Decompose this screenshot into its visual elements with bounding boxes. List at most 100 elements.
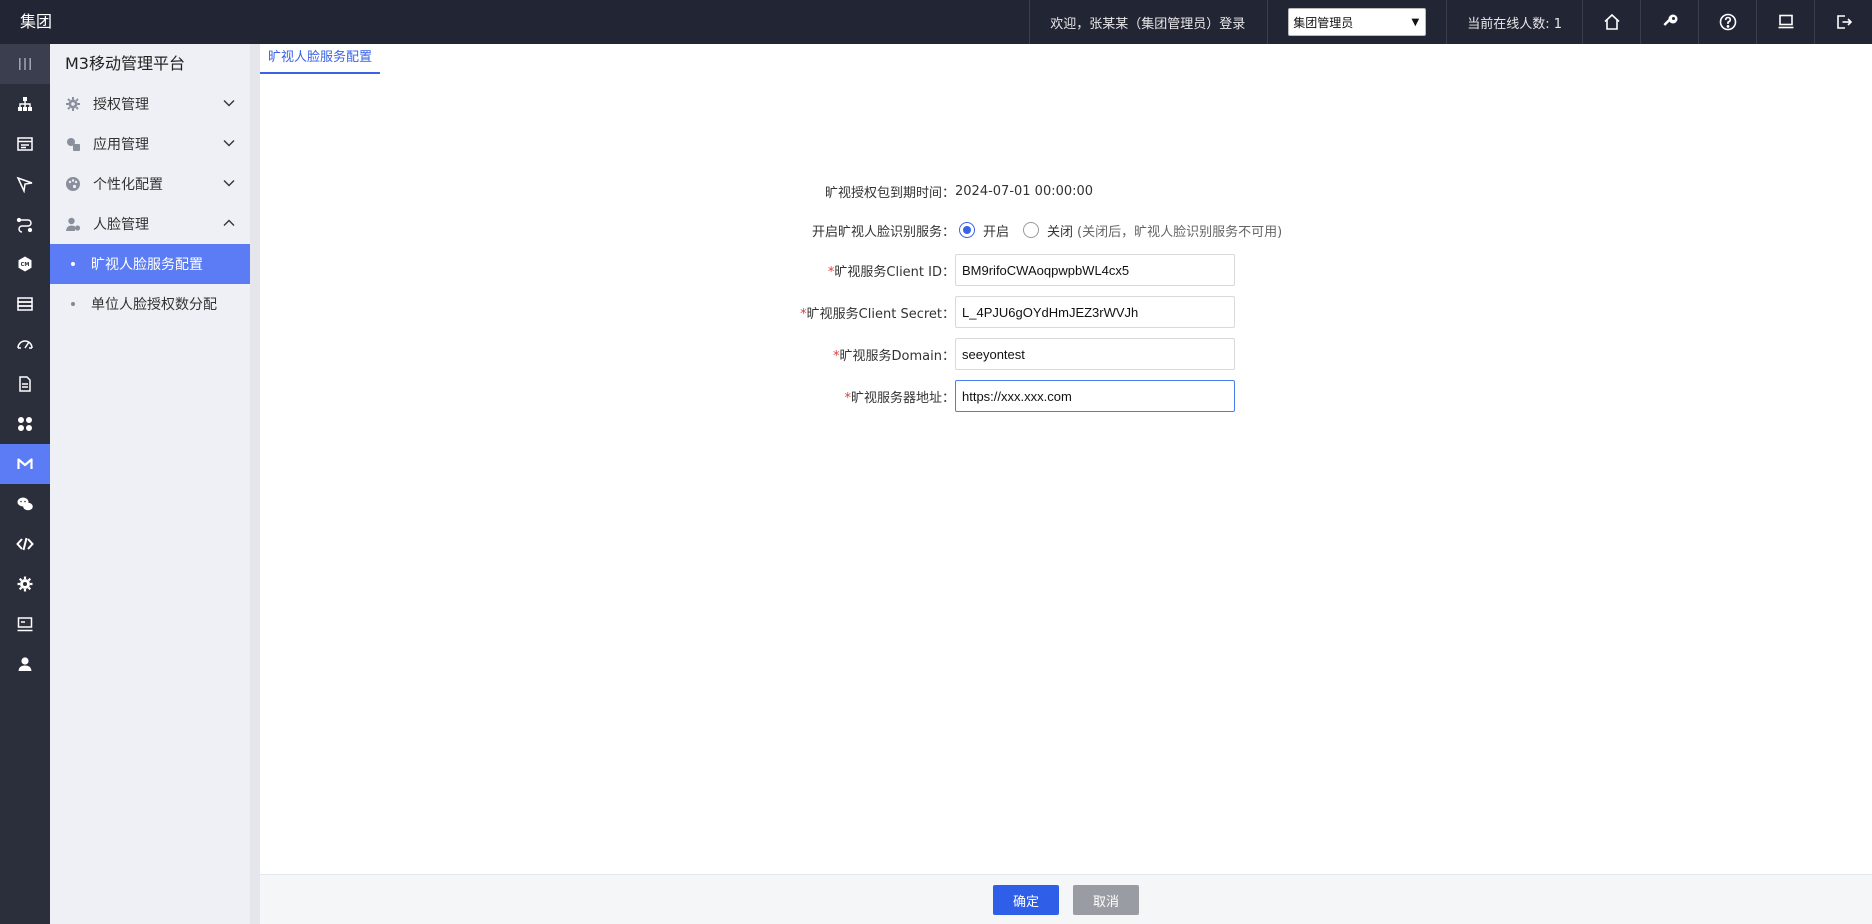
cm-icon: CM [18, 256, 32, 272]
rail-item-org[interactable] [0, 84, 50, 124]
chevron-down-icon [223, 180, 235, 187]
sidebar-group-authorization[interactable]: 授权管理 [50, 84, 250, 124]
user-icon [18, 657, 32, 671]
rail-item-settings[interactable] [0, 564, 50, 604]
key-button[interactable] [1640, 0, 1698, 44]
logout-icon [1836, 15, 1852, 29]
sidebar-group-face[interactable]: 人脸管理 [50, 204, 250, 244]
client-id-row: *旷视服务Client ID： BM9rifoCWAoqpwpbWL4cx5 [260, 254, 1235, 286]
code-icon [16, 537, 34, 551]
speed-icon [17, 340, 33, 349]
logout-button[interactable] [1814, 0, 1872, 44]
radio-enable[interactable] [959, 222, 975, 238]
help-icon [1719, 13, 1736, 31]
rail-item-workflow[interactable] [0, 164, 50, 204]
expire-row: 旷视授权包到期时间： 2024-07-01 00:00:00 [260, 181, 1093, 201]
rail-item-database[interactable] [0, 284, 50, 324]
sidebar-group-personalization[interactable]: 个性化配置 [50, 164, 250, 204]
role-select-value: 集团管理员 [1293, 15, 1354, 30]
sidebar-item-megvii-face-config[interactable]: 旷视人脸服务配置 [50, 244, 250, 284]
rail-item-speed[interactable] [0, 324, 50, 364]
cancel-button[interactable]: 取消 [1073, 885, 1139, 915]
main-content: 旷视人脸服务配置 旷视授权包到期时间： 2024-07-01 00:00:00 … [260, 44, 1872, 924]
menu-toggle-icon [19, 58, 31, 70]
sidebar-title: M3移动管理平台 [65, 54, 185, 73]
bullet-dot [71, 302, 75, 306]
rail-item-user[interactable] [0, 644, 50, 684]
client-secret-row: *旷视服务Client Secret： L_4PJU6gOYdHmJEZ3rWV… [260, 296, 1235, 328]
domain-label: *旷视服务Domain： [260, 345, 955, 364]
wechat-icon [17, 497, 33, 511]
client-id-input[interactable]: BM9rifoCWAoqpwpbWL4cx5 [955, 254, 1235, 286]
sidebar-item-label: 旷视人脸服务配置 [91, 257, 203, 273]
confirm-button[interactable]: 确定 [993, 885, 1059, 915]
rail-toggle-button[interactable] [0, 44, 50, 84]
apps-icon [18, 417, 32, 431]
face-user-icon [65, 216, 81, 232]
monitor-icon [1778, 14, 1793, 29]
server-address-label: *旷视服务器地址： [260, 387, 955, 406]
monitor-button[interactable] [1756, 0, 1814, 44]
database-icon [17, 297, 33, 311]
client-secret-label-text: 旷视服务Client Secret： [806, 306, 955, 322]
enable-label: 开启旷视人脸识别服务： [811, 224, 955, 240]
domain-label-text: 旷视服务Domain： [839, 348, 955, 364]
client-id-label: *旷视服务Client ID： [260, 261, 955, 280]
domain-row: *旷视服务Domain： seeyontest [260, 338, 1235, 370]
integration-icon [16, 217, 33, 233]
client-secret-input[interactable]: L_4PJU6gOYdHmJEZ3rWVJh [955, 296, 1235, 328]
rail-item-integration[interactable] [0, 204, 50, 244]
top-bar: 集团 欢迎，张某某（集团管理员）登录 集团管理员 ▼ 当前在线人数: 1 [0, 0, 1872, 44]
brand-title: 集团 [20, 12, 53, 31]
rail-item-wechat[interactable] [0, 484, 50, 524]
radio-disable[interactable] [1023, 222, 1040, 238]
m3-icon [17, 458, 33, 469]
role-select-wrapper: 集团管理员 ▼ [1267, 0, 1446, 44]
sidebar-item-label: 单位人脸授权数分配 [91, 297, 217, 313]
radio-enable-label: 开启 [983, 224, 1010, 240]
sidebar-group-label: 应用管理 [93, 137, 149, 153]
chevron-down-icon [223, 140, 235, 147]
palette-icon [65, 176, 81, 192]
sidebar-group-apps[interactable]: 应用管理 [50, 124, 250, 164]
rail-item-m3[interactable] [0, 444, 50, 484]
client-id-label-text: 旷视服务Client ID： [834, 264, 955, 280]
chevron-up-icon [223, 219, 235, 226]
rail-item-cm[interactable]: CM [0, 244, 50, 284]
chevron-down-icon [223, 100, 235, 107]
document-icon [19, 376, 31, 392]
domain-input[interactable]: seeyontest [955, 338, 1235, 370]
home-icon [1603, 13, 1620, 30]
svg-text:CM: CM [21, 262, 30, 268]
workflow-icon [16, 176, 33, 193]
settings-icon [17, 576, 33, 592]
rail-item-document[interactable] [0, 364, 50, 404]
tab-megvii-face-config[interactable]: 旷视人脸服务配置 [260, 44, 381, 74]
expire-value: 2024-07-01 00:00:00 [955, 183, 1094, 199]
sidebar-item-face-quota-allocation[interactable]: 单位人脸授权数分配 [50, 284, 250, 324]
home-button[interactable] [1582, 0, 1640, 44]
role-select[interactable]: 集团管理员 ▼ [1288, 8, 1427, 36]
form-icon [17, 137, 33, 151]
top-bar-right: 欢迎，张某某（集团管理员）登录 集团管理员 ▼ 当前在线人数: 1 [1029, 0, 1872, 44]
sidebar-group-label: 人脸管理 [93, 217, 149, 233]
radio-disable-hint: (关闭后，旷视人脸识别服务不可用) [1077, 224, 1283, 240]
rail-item-form[interactable] [0, 124, 50, 164]
chevron-down-icon: ▼ [1411, 16, 1420, 28]
screen-icon [17, 617, 33, 632]
rail-item-apps[interactable] [0, 404, 50, 444]
rail-item-screen[interactable] [0, 604, 50, 644]
key-icon [1662, 14, 1677, 26]
org-icon [18, 97, 32, 111]
welcome-text: 欢迎，张某某（集团管理员）登录 [1029, 0, 1267, 44]
gear-icon [65, 96, 81, 112]
rail-item-code[interactable] [0, 524, 50, 564]
help-button[interactable] [1698, 0, 1756, 44]
app-icon [65, 136, 81, 152]
form-footer: 确定 取消 [260, 874, 1872, 924]
sidebar-group-label: 个性化配置 [93, 177, 163, 193]
sidebar-group-label: 授权管理 [93, 97, 149, 113]
server-address-input[interactable]: https://xxx.xxx.com [955, 380, 1235, 412]
icon-rail: CM [0, 44, 50, 924]
bullet-dot [71, 262, 75, 266]
